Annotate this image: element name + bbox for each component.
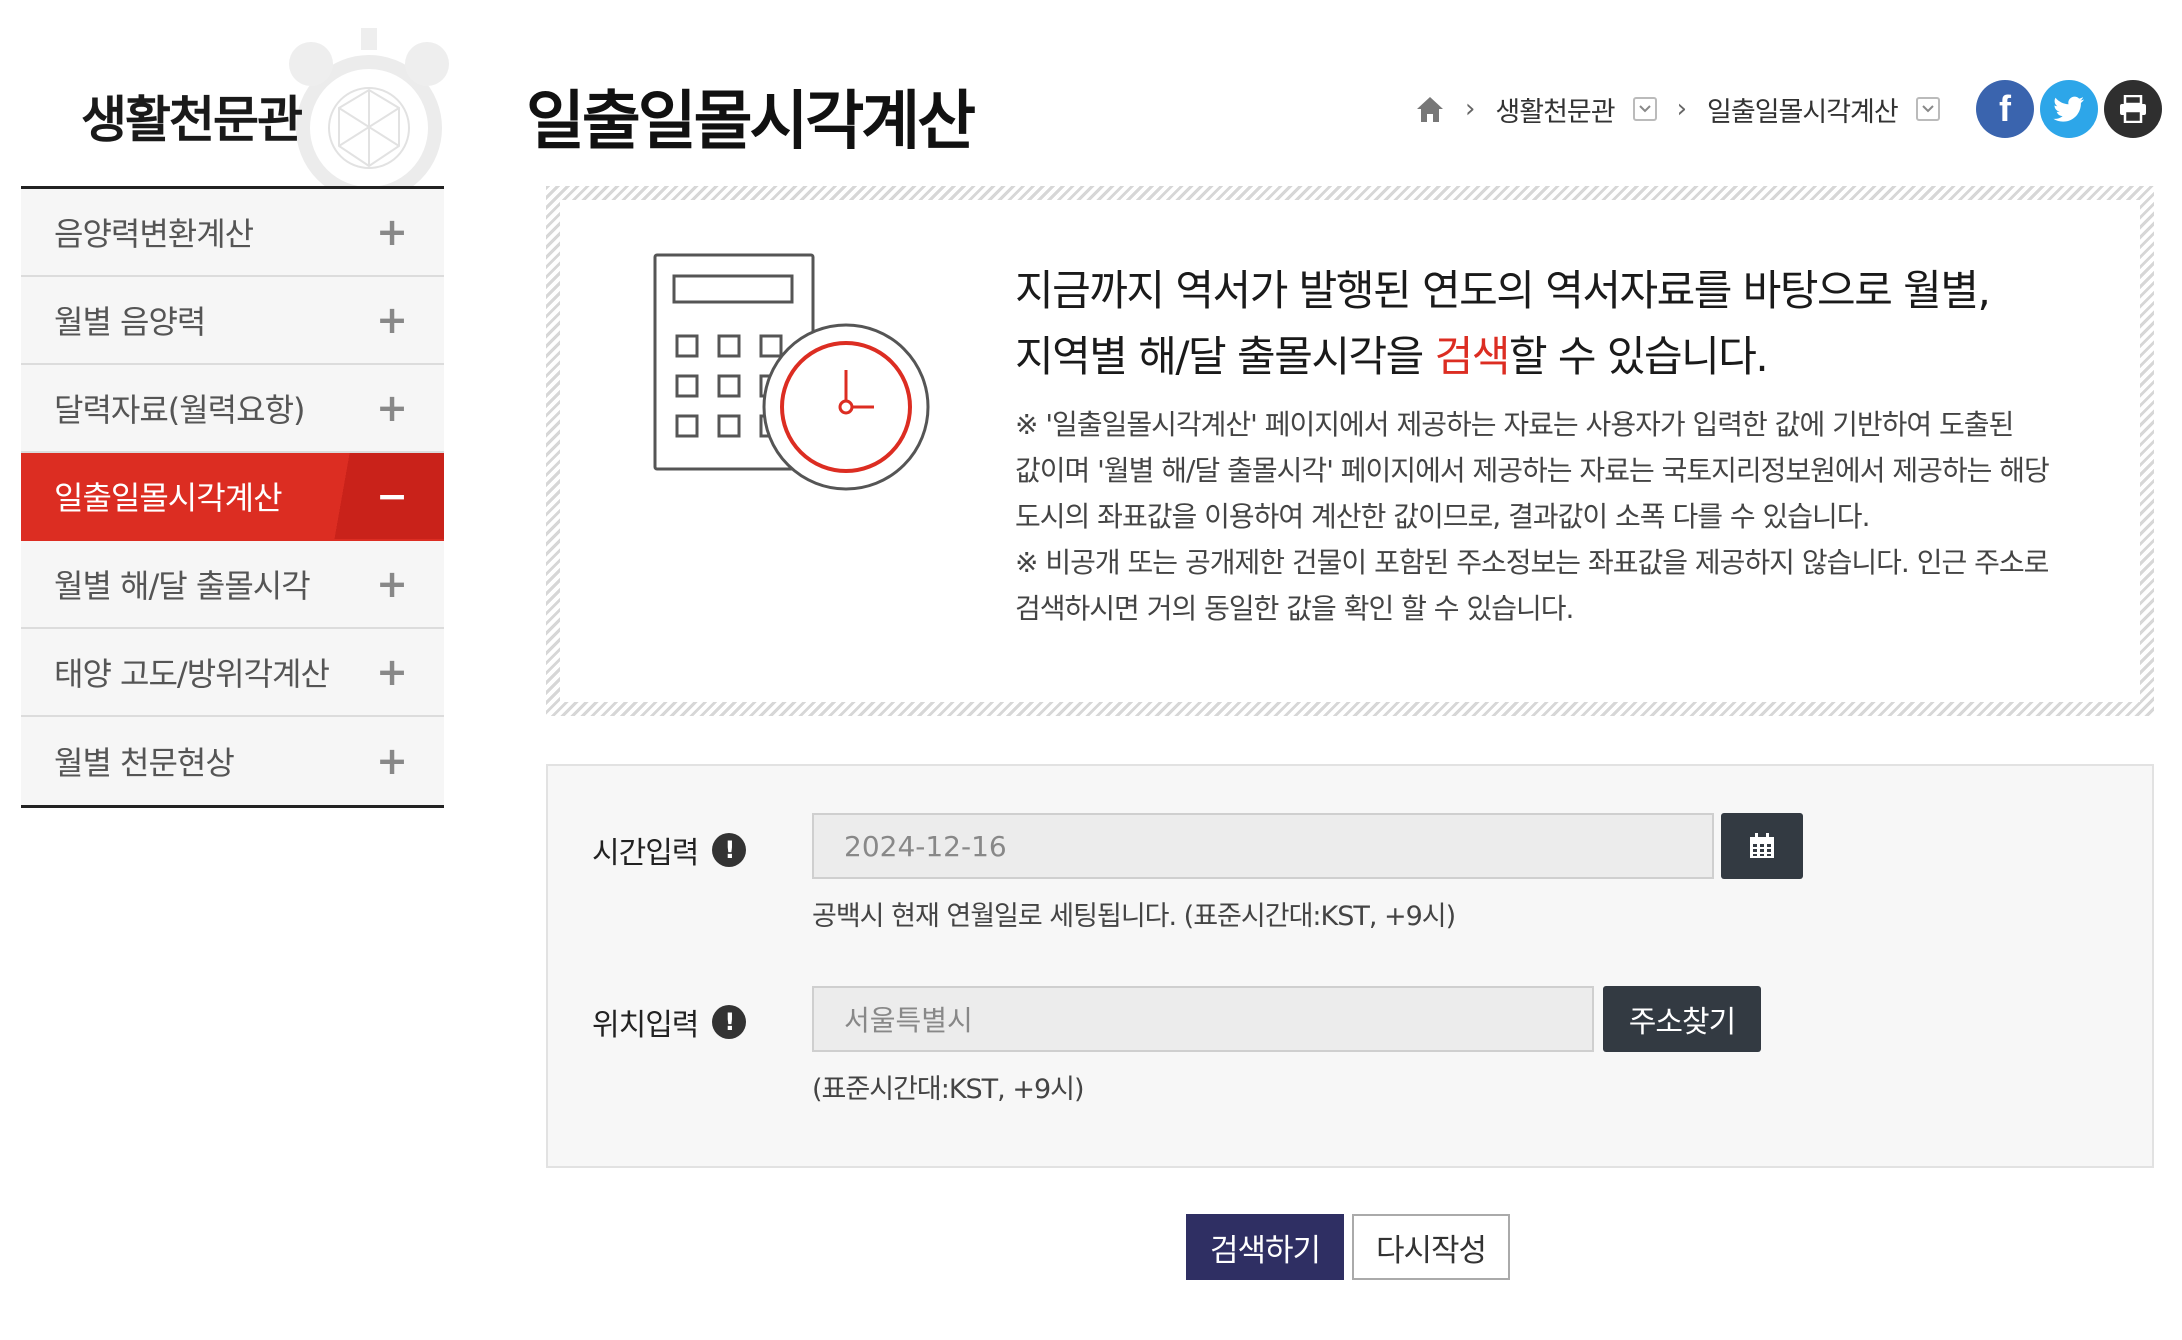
sidebar-item-label: 달력자료(월력요항): [54, 391, 305, 429]
sidebar-item-label: 월별 천문현상: [54, 744, 235, 782]
info-note-line: 검색하시면 거의 동일한 값을 확인 할 수 있습니다.: [1015, 592, 1574, 625]
sidebar-item-label: 월별 음양력: [54, 303, 206, 341]
search-button[interactable]: 검색하기: [1186, 1214, 1344, 1280]
twitter-icon: [2053, 96, 2084, 122]
breadcrumb-item[interactable]: 생활천문관: [1495, 90, 1615, 129]
time-input-label: 시간입력 !: [592, 828, 747, 872]
breadcrumb-item[interactable]: 일출일몰시각계산: [1707, 90, 1899, 129]
page-title: 일출일몰시각계산: [526, 85, 976, 159]
info-note-line: 값이며 '월별 해/달 출몰시각' 페이지에서 제공하는 자료는 국토지리정보원…: [1015, 454, 2050, 487]
sidebar-item-monthly-lunar-solar[interactable]: 월별 음양력 +: [21, 277, 444, 365]
search-form: 시간입력 ! 2024-12-16 공백시 현재 연월일로 세팅됩니다. (표준…: [546, 764, 2154, 1168]
info-lead-text: 지금까지 역서가 발행된 연도의 역서자료를 바탕으로 월별, 지역별 해/달 …: [1015, 258, 2075, 390]
expand-plus-icon: +: [376, 210, 408, 254]
home-icon[interactable]: [1415, 95, 1445, 123]
sidebar-item-monthly-sun-moon-rise[interactable]: 월별 해/달 출몰시각 +: [21, 541, 444, 629]
expand-plus-icon: +: [376, 650, 408, 694]
info-lead-highlight: 검색: [1434, 332, 1511, 381]
location-input-label: 위치입력 !: [592, 1000, 747, 1044]
expand-plus-icon: +: [376, 562, 408, 606]
facebook-share-button[interactable]: f: [1976, 80, 2034, 138]
sidebar-item-label: 음양력변환계산: [54, 215, 254, 253]
info-lead-line: 지역별 해/달 출몰시각을 검색할 수 있습니다.: [1015, 324, 2075, 390]
calendar-icon: [1750, 833, 1774, 858]
sidebar-item-label: 월별 해/달 출몰시각: [54, 567, 311, 605]
print-icon: [2120, 95, 2146, 123]
breadcrumb: › 생활천문관 › 일출일몰시각계산: [1415, 86, 1940, 132]
info-exclamation-icon[interactable]: !: [712, 1005, 747, 1039]
info-note-line: 도시의 좌표값을 이용하여 계산한 값이므로, 결과값이 소폭 다를 수 있습니…: [1015, 500, 1870, 533]
info-exclamation-icon[interactable]: !: [712, 833, 747, 867]
time-hint: 공백시 현재 연월일로 세팅됩니다. (표준시간대:KST, +9시): [812, 901, 1456, 932]
info-note-line: ※ 비공개 또는 공개제한 건물이 포함된 주소정보는 좌표값을 제공하지 않습…: [1015, 546, 2049, 579]
reset-button[interactable]: 다시작성: [1352, 1214, 1510, 1280]
location-label-text: 위치입력: [592, 1008, 699, 1043]
chevron-right-icon: ›: [1676, 94, 1688, 124]
chevron-down-icon[interactable]: [1632, 97, 1657, 121]
sidebar-item-lunar-solar-conversion[interactable]: 음양력변환계산 +: [21, 189, 444, 277]
twitter-share-button[interactable]: [2040, 80, 2098, 138]
info-lead-segment: 지역별 해/달 출몰시각을: [1015, 332, 1435, 381]
calculator-clock-icon: [653, 253, 930, 491]
address-search-button[interactable]: 주소찾기: [1603, 986, 1761, 1052]
sidebar-item-monthly-astronomical-events[interactable]: 월별 천문현상 +: [21, 717, 444, 805]
info-note-line: ※ '일출일몰시각계산' 페이지에서 제공하는 자료는 사용자가 입력한 값에 …: [1015, 408, 2014, 441]
location-hint: (표준시간대:KST, +9시): [812, 1074, 1085, 1105]
info-panel-inner: 지금까지 역서가 발행된 연도의 역서자료를 바탕으로 월별, 지역별 해/달 …: [560, 200, 2140, 702]
calendar-button[interactable]: [1721, 813, 1803, 879]
sidebar-item-solar-altitude-azimuth[interactable]: 태양 고도/방위각계산 +: [21, 629, 444, 717]
print-button[interactable]: [2104, 80, 2162, 138]
info-lead-line: 지금까지 역서가 발행된 연도의 역서자료를 바탕으로 월별,: [1015, 266, 1991, 315]
sidebar-menu: 음양력변환계산 + 월별 음양력 + 달력자료(월력요항) + 일출일몰시각계산…: [21, 186, 444, 808]
location-input[interactable]: 서울특별시: [812, 986, 1594, 1052]
expand-plus-icon: +: [376, 386, 408, 430]
date-input[interactable]: 2024-12-16: [812, 813, 1714, 879]
chevron-down-icon[interactable]: [1915, 97, 1940, 121]
sidebar-item-calendar-data[interactable]: 달력자료(월력요항) +: [21, 365, 444, 453]
sidebar-title: 생활천문관: [81, 91, 303, 149]
info-panel: 지금까지 역서가 발행된 연도의 역서자료를 바탕으로 월별, 지역별 해/달 …: [546, 186, 2154, 716]
sidebar-header: 생활천문관: [21, 28, 449, 201]
facebook-icon: f: [1999, 88, 2011, 129]
info-notes: ※ '일출일몰시각계산' 페이지에서 제공하는 자료는 사용자가 입력한 값에 …: [1015, 402, 2075, 632]
time-label-text: 시간입력: [592, 836, 699, 871]
chevron-right-icon: ›: [1465, 94, 1476, 124]
expand-plus-icon: +: [376, 298, 408, 342]
collapse-minus-icon: −: [376, 474, 408, 518]
expand-plus-icon: +: [376, 739, 408, 783]
sidebar-item-label: 태양 고도/방위각계산: [54, 655, 330, 693]
info-lead-segment: 할 수 있습니다.: [1508, 332, 1769, 381]
sidebar-item-sunrise-sunset-calc[interactable]: 일출일몰시각계산 −: [21, 453, 444, 541]
sidebar-item-label: 일출일몰시각계산: [54, 479, 283, 517]
